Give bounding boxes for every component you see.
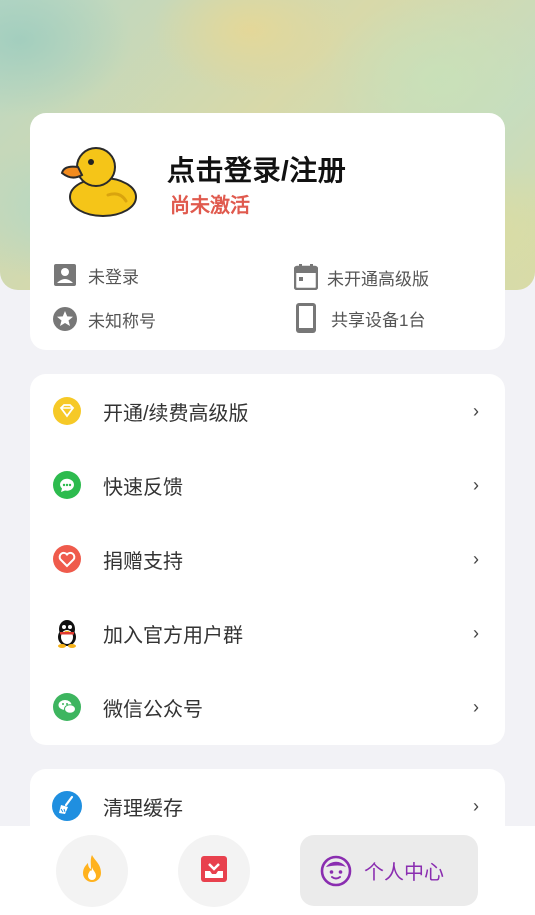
plan-status-info: 未开通高级版	[293, 264, 429, 290]
login-status-text: 未登录	[88, 267, 139, 287]
chevron-right-icon: ›	[473, 548, 479, 569]
devices-info: 共享设备1台	[293, 302, 425, 334]
inbox-download-icon	[200, 855, 228, 888]
menu-item-wechat[interactable]: 微信公众号 ›	[30, 670, 505, 744]
tab-profile[interactable]: 个人中心	[300, 835, 478, 906]
diamond-icon	[52, 396, 82, 426]
tab-profile-label: 个人中心	[364, 862, 444, 884]
bottom-tab-bar: 个人中心	[0, 826, 535, 915]
heart-icon	[52, 544, 82, 574]
menu-label: 开通/续费高级版	[103, 402, 249, 425]
menu-label: 快速反馈	[103, 476, 183, 499]
menu-item-premium[interactable]: 开通/续费高级版 ›	[30, 374, 505, 448]
plan-status-text: 未开通高级版	[327, 269, 429, 289]
nickname-text: 未知称号	[88, 311, 156, 331]
tab-hot[interactable]	[56, 835, 128, 907]
login-status-info: 未登录	[52, 262, 139, 288]
chevron-right-icon: ›	[473, 474, 479, 495]
face-icon	[320, 855, 352, 887]
menu-item-user-group[interactable]: 加入官方用户群 ›	[30, 596, 505, 670]
chevron-right-icon: ›	[473, 696, 479, 717]
menu-label: 捐赠支持	[103, 550, 183, 573]
wechat-icon	[52, 692, 82, 722]
login-register-title[interactable]: 点击登录/注册	[167, 149, 346, 189]
activation-status: 尚未激活	[170, 195, 250, 217]
menu-item-donate[interactable]: 捐赠支持 ›	[30, 522, 505, 596]
chat-icon	[52, 470, 82, 500]
qq-penguin-icon	[52, 618, 82, 648]
chevron-right-icon: ›	[473, 795, 479, 816]
flame-icon	[79, 853, 105, 890]
menu-label: 加入官方用户群	[103, 624, 243, 647]
nickname-info: 未知称号	[52, 306, 156, 332]
profile-card[interactable]: 点击登录/注册 尚未激活 未登录 未知称号 未开通高级版 共享设备1台	[30, 113, 505, 350]
star-icon	[52, 306, 78, 332]
menu-card: 开通/续费高级版 › 快速反馈 › 捐赠支持 › 加入官方用户群 › 微信公众号…	[30, 374, 505, 745]
user-card-icon	[52, 262, 78, 288]
chevron-right-icon: ›	[473, 622, 479, 643]
chevron-right-icon: ›	[473, 400, 479, 421]
menu-item-feedback[interactable]: 快速反馈 ›	[30, 448, 505, 522]
duck-avatar-icon[interactable]	[58, 141, 140, 219]
menu-label: 微信公众号	[103, 698, 203, 721]
menu-label: 清理缓存	[103, 797, 183, 820]
devices-text: 共享设备1台	[331, 310, 426, 330]
tab-downloads[interactable]	[178, 835, 250, 907]
broom-icon	[52, 791, 82, 821]
calendar-icon	[293, 264, 319, 290]
phone-icon	[293, 302, 319, 334]
